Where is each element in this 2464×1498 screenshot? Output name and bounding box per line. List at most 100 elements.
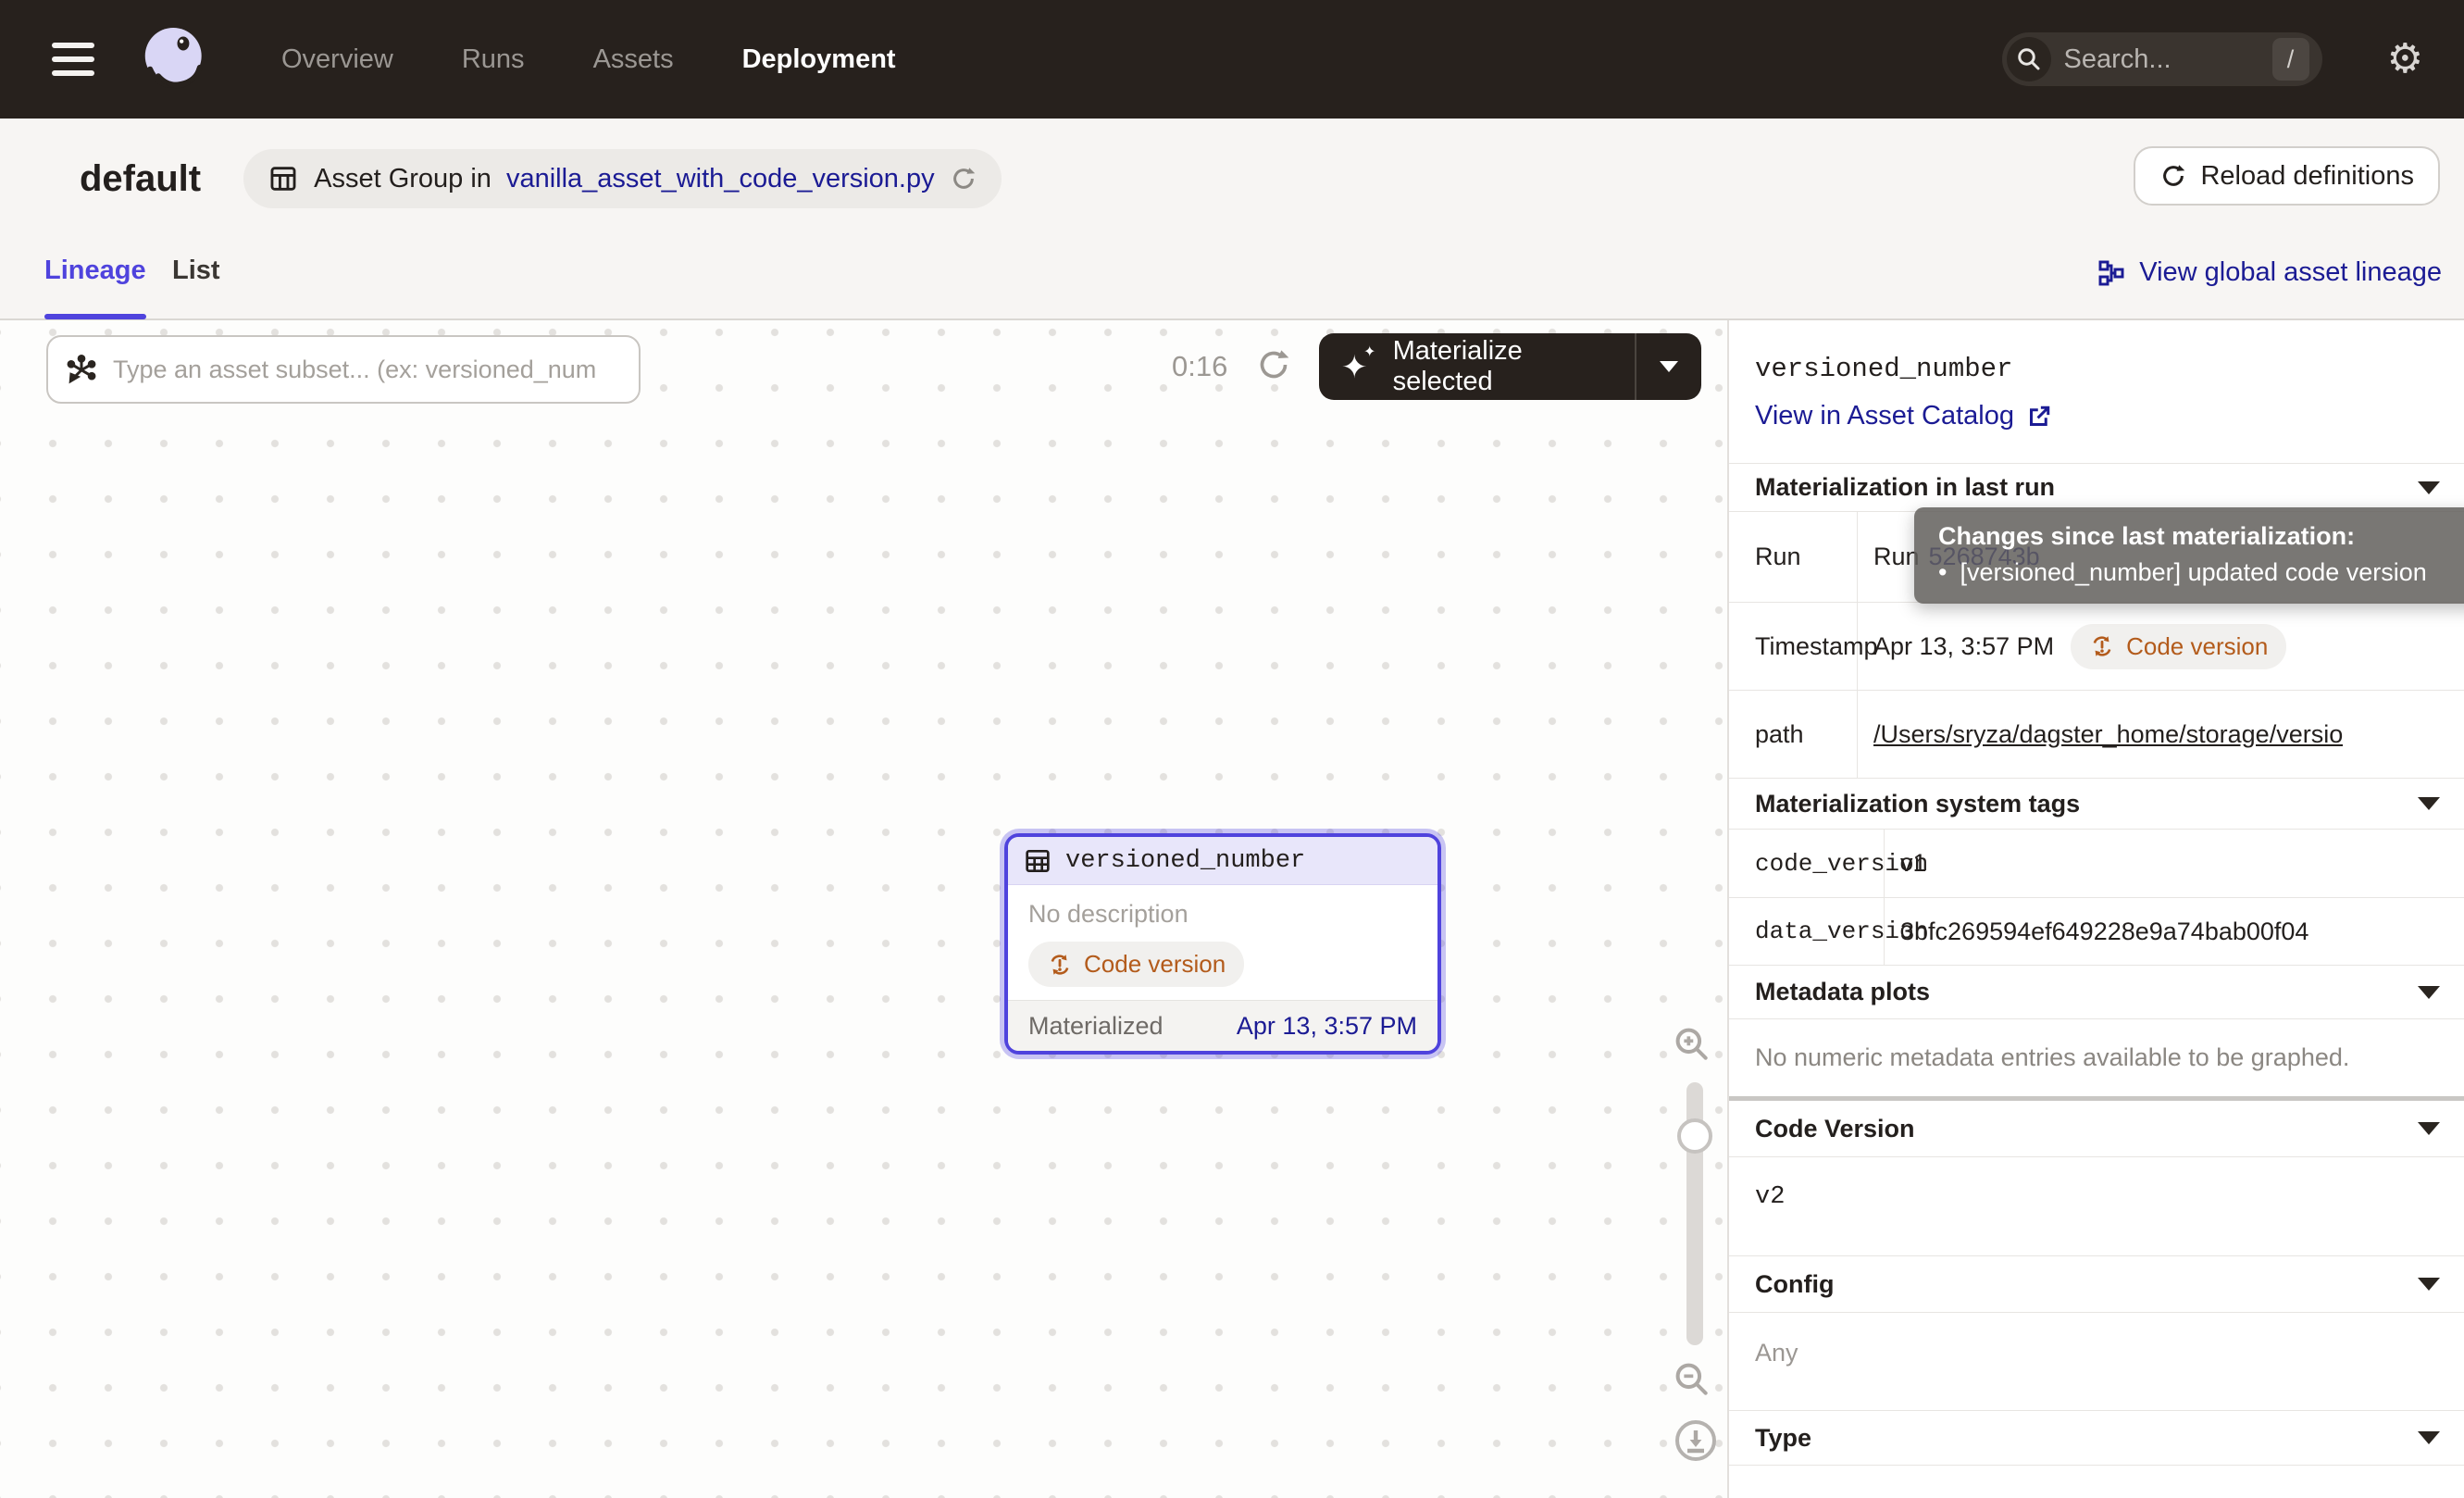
page-header: default Asset Group in vanilla_asset_wit… bbox=[0, 119, 2464, 239]
view-in-asset-catalog-link[interactable]: View in Asset Catalog bbox=[1755, 401, 2053, 431]
panel-asset-title: versioned_number bbox=[1755, 354, 2438, 384]
gear-icon[interactable]: ⚙ bbox=[2387, 39, 2423, 80]
materialized-label: Materialized bbox=[1028, 1012, 1164, 1041]
zoom-slider-handle[interactable] bbox=[1677, 1118, 1712, 1154]
code-file-link[interactable]: vanilla_asset_with_code_version.py bbox=[506, 164, 935, 194]
asset-node-title: versioned_number bbox=[1065, 847, 1305, 875]
asset-selection-icon bbox=[65, 353, 98, 386]
panel-bottom-area bbox=[1729, 1465, 2464, 1498]
section-materialization-in-last-run[interactable]: Materialization in last run bbox=[1729, 463, 2464, 511]
search-icon bbox=[2007, 37, 2051, 81]
code-version-tag-row: code_version v1 bbox=[1729, 829, 2464, 897]
menu-icon[interactable] bbox=[52, 43, 94, 76]
code-version-badge[interactable]: Code version bbox=[1028, 942, 1244, 987]
panel-title-block: versioned_number View in Asset Catalog bbox=[1729, 320, 2464, 463]
run-row-value: Run 5268743b bbox=[1858, 512, 2464, 602]
asset-filter-input[interactable] bbox=[111, 355, 622, 385]
view-in-asset-catalog-label: View in Asset Catalog bbox=[1755, 401, 2014, 431]
path-row: path /Users/sryza/dagster_home/storage/v… bbox=[1729, 690, 2464, 778]
tab-strip: Lineage List View global asset lineage bbox=[0, 239, 2464, 320]
path-link[interactable]: /Users/sryza/dagster_home/storage/versio bbox=[1873, 720, 2343, 749]
materialize-selected-label: Materialize selected bbox=[1393, 336, 1627, 397]
tag-value: v1 bbox=[1885, 830, 2464, 897]
section-header-label: Materialization system tags bbox=[1755, 790, 2080, 818]
global-search[interactable]: / bbox=[2002, 32, 2322, 86]
run-id-link[interactable]: 5268743b bbox=[1929, 543, 2040, 571]
chevron-down-icon[interactable] bbox=[2418, 986, 2440, 999]
refresh-icon[interactable] bbox=[950, 165, 977, 193]
run-row: Run Run 5268743b bbox=[1729, 511, 2464, 602]
app-root: Overview Runs Assets Deployment / ⚙ defa… bbox=[0, 0, 2464, 1498]
section-header-label: Metadata plots bbox=[1755, 978, 1930, 1006]
section-metadata-plots[interactable]: Metadata plots bbox=[1729, 965, 2464, 1018]
asset-side-panel: versioned_number View in Asset Catalog M… bbox=[1727, 320, 2464, 1498]
active-tab-underline bbox=[44, 314, 146, 319]
view-global-lineage-link[interactable]: View global asset lineage bbox=[2097, 257, 2442, 288]
reload-icon bbox=[2159, 162, 2187, 190]
reload-definitions-button[interactable]: Reload definitions bbox=[2134, 146, 2440, 206]
page-title: default bbox=[80, 158, 201, 200]
search-input[interactable] bbox=[2062, 44, 2272, 76]
dagster-logo[interactable] bbox=[135, 19, 215, 99]
materialized-time[interactable]: Apr 13, 3:57 PM bbox=[1237, 1012, 1417, 1041]
section-config[interactable]: Config bbox=[1729, 1255, 2464, 1312]
nav-overview[interactable]: Overview bbox=[281, 44, 393, 75]
lineage-canvas[interactable]: 0:16 ✦✦ Materialize selected bbox=[0, 320, 1727, 1498]
asset-group-icon bbox=[268, 163, 299, 194]
asset-filter[interactable] bbox=[46, 335, 641, 404]
run-value-prefix: Run bbox=[1873, 543, 1920, 571]
code-version-badge[interactable]: Code version bbox=[2071, 624, 2286, 669]
asset-node-description: No description bbox=[1028, 900, 1417, 929]
timestamp-row: Timestamp Apr 13, 3:57 PM Code version bbox=[1729, 602, 2464, 690]
zoom-out-icon[interactable] bbox=[1672, 1359, 1712, 1400]
search-shortcut-key: / bbox=[2272, 38, 2309, 81]
asset-node-versioned-number[interactable]: versioned_number No description Code ver… bbox=[1004, 833, 1441, 1055]
nav-runs[interactable]: Runs bbox=[462, 44, 525, 75]
tag-key: data_version bbox=[1729, 898, 1885, 965]
nav-assets[interactable]: Assets bbox=[593, 44, 674, 75]
config-value: Any bbox=[1729, 1312, 2464, 1410]
path-row-label: path bbox=[1729, 691, 1858, 778]
timestamp-row-value: Apr 13, 3:57 PM Code version bbox=[1858, 603, 2464, 690]
lineage-graph-icon bbox=[2097, 258, 2126, 288]
code-version-changed-icon bbox=[2089, 633, 2115, 659]
section-header-label: Code Version bbox=[1755, 1115, 1915, 1143]
materialize-options-dropdown[interactable] bbox=[1636, 361, 1701, 372]
asset-group-label: Asset Group in bbox=[314, 164, 492, 194]
asset-node-header: versioned_number bbox=[1008, 837, 1437, 885]
primary-nav: Overview Runs Assets Deployment bbox=[281, 44, 896, 75]
tag-value: 3bfc269594ef649228e9a74bab00f04 bbox=[1885, 898, 2464, 965]
section-type[interactable]: Type bbox=[1729, 1410, 2464, 1465]
view-global-lineage-label: View global asset lineage bbox=[2139, 257, 2442, 288]
table-icon bbox=[1023, 846, 1052, 876]
data-version-tag-row: data_version 3bfc269594ef649228e9a74bab0… bbox=[1729, 897, 2464, 965]
chevron-down-icon[interactable] bbox=[2418, 797, 2440, 810]
tab-list[interactable]: List bbox=[172, 256, 220, 286]
chevron-down-icon[interactable] bbox=[2418, 1278, 2440, 1291]
code-version-changed-icon bbox=[1047, 952, 1073, 978]
asset-node-body: No description Code version bbox=[1008, 885, 1437, 1000]
materialize-button-group: ✦✦ Materialize selected bbox=[1319, 333, 1701, 400]
metadata-plots-empty-message: No numeric metadata entries available to… bbox=[1729, 1018, 2464, 1096]
section-materialization-system-tags[interactable]: Materialization system tags bbox=[1729, 778, 2464, 829]
reload-definitions-label: Reload definitions bbox=[2200, 161, 2414, 192]
asset-group-pill: Asset Group in vanilla_asset_with_code_v… bbox=[243, 149, 1002, 208]
chevron-down-icon[interactable] bbox=[2418, 1122, 2440, 1135]
chevron-down-icon[interactable] bbox=[2418, 1431, 2440, 1444]
materialize-selected-button[interactable]: ✦✦ Materialize selected bbox=[1319, 336, 1635, 397]
nav-deployment[interactable]: Deployment bbox=[742, 44, 896, 75]
section-code-version[interactable]: Code Version bbox=[1729, 1101, 2464, 1156]
refresh-icon[interactable] bbox=[1255, 346, 1292, 383]
asset-node-footer: Materialized Apr 13, 3:57 PM bbox=[1008, 1000, 1437, 1051]
refresh-timer: 0:16 bbox=[1172, 350, 1227, 383]
section-header-label: Type bbox=[1755, 1424, 1811, 1453]
section-header-label: Materialization in last run bbox=[1755, 473, 2055, 502]
zoom-in-icon[interactable] bbox=[1672, 1024, 1712, 1065]
timestamp-value: Apr 13, 3:57 PM bbox=[1873, 632, 2054, 661]
chevron-down-icon[interactable] bbox=[2418, 481, 2440, 494]
download-image-icon[interactable] bbox=[1674, 1418, 1718, 1463]
timestamp-row-label: Timestamp bbox=[1729, 603, 1858, 690]
code-version-value: v2 bbox=[1729, 1156, 2464, 1255]
external-link-icon bbox=[2025, 403, 2053, 431]
tab-lineage[interactable]: Lineage bbox=[44, 256, 146, 286]
